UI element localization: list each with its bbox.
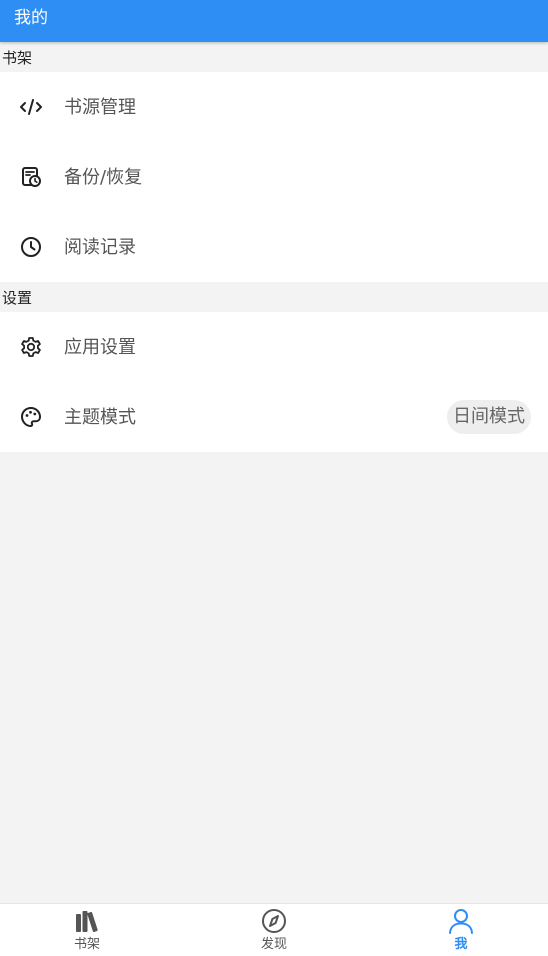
menu-item-label: 应用设置 [64, 337, 136, 358]
nav-label-bookshelf: 书架 [73, 937, 100, 952]
person-icon [448, 908, 474, 934]
clock-icon [19, 236, 43, 258]
menu-item-label: 主题模式 [64, 407, 136, 428]
menu-item-source-management[interactable]: 书源管理 [0, 72, 548, 142]
bottom-navigation: 书架 发现 我 [0, 903, 548, 956]
gear-icon [19, 336, 43, 358]
app-bar: 我的 [0, 0, 548, 42]
section-title-settings: 设置 [2, 289, 33, 307]
menu-item-label: 备份/恢复 [64, 167, 143, 188]
bookshelf-card: 书源管理 备份/恢复 阅读记录 [0, 72, 548, 282]
section-title-bookshelf: 书架 [2, 49, 33, 67]
menu-item-backup-restore[interactable]: 备份/恢复 [0, 142, 548, 212]
backup-restore-icon [19, 166, 43, 188]
menu-item-reading-history[interactable]: 阅读记录 [0, 212, 548, 282]
theme-mode-value[interactable]: 日间模式 [447, 400, 531, 434]
nav-label-discover: 发现 [260, 937, 287, 952]
compass-icon [261, 908, 287, 934]
menu-item-label: 阅读记录 [64, 237, 136, 258]
palette-icon [19, 406, 43, 428]
nav-tab-me[interactable]: 我 [421, 904, 501, 956]
nav-tab-discover[interactable]: 发现 [234, 904, 314, 956]
section-header-settings: 设置 [0, 282, 548, 312]
settings-card: 应用设置 主题模式 日间模式 [0, 312, 548, 452]
menu-item-theme-mode[interactable]: 主题模式 日间模式 [0, 382, 548, 452]
menu-item-label: 书源管理 [64, 97, 136, 118]
nav-tab-bookshelf[interactable]: 书架 [47, 904, 127, 956]
nav-label-me: 我 [454, 937, 468, 952]
code-icon [19, 96, 43, 118]
books-icon [74, 908, 100, 934]
page-title: 我的 [14, 8, 48, 28]
menu-item-app-settings[interactable]: 应用设置 [0, 312, 548, 382]
section-header-bookshelf: 书架 [0, 42, 548, 72]
